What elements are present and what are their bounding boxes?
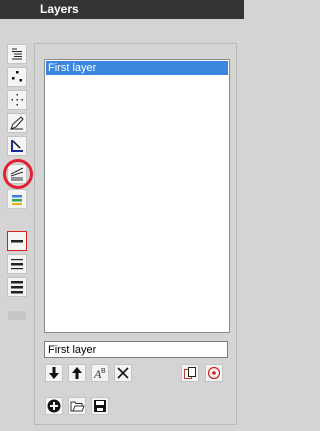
- pencil-icon: [10, 116, 24, 130]
- open-icon: [70, 401, 85, 412]
- tool-color-bars-button[interactable]: [7, 189, 27, 209]
- rename-icon: A B: [93, 367, 106, 381]
- save-icon: [94, 400, 106, 412]
- open-button[interactable]: [68, 397, 86, 415]
- copy-button[interactable]: [181, 364, 199, 382]
- medium-line-icon: [11, 259, 23, 270]
- line-weight-thick-button[interactable]: [7, 277, 27, 297]
- delete-button[interactable]: [114, 364, 132, 382]
- add-layer-button[interactable]: [45, 397, 63, 415]
- tool-fill-button[interactable]: [7, 136, 27, 156]
- layer-list[interactable]: First layer: [44, 59, 230, 333]
- line-weight-thin-button[interactable]: [7, 231, 27, 251]
- highlight-ring: [3, 159, 33, 189]
- tool-list-button[interactable]: [7, 44, 27, 64]
- thin-line-icon: [11, 240, 23, 243]
- save-button[interactable]: [91, 397, 109, 415]
- fill-icon: [11, 140, 23, 152]
- dots-icon: [12, 71, 22, 82]
- svg-text:B: B: [101, 368, 106, 375]
- move-down-button[interactable]: [45, 364, 63, 382]
- move-up-icon: [72, 367, 82, 379]
- tool-dots-button[interactable]: [7, 67, 27, 87]
- pan-icon: [11, 94, 23, 106]
- layer-name-input[interactable]: [44, 341, 228, 358]
- layer-list-item[interactable]: First layer: [46, 61, 228, 75]
- copy-icon: [184, 367, 196, 379]
- line-weight-medium-button[interactable]: [7, 254, 27, 274]
- move-down-icon: [49, 367, 59, 379]
- color-swatch[interactable]: [8, 311, 26, 320]
- title-bar: Layers: [0, 0, 244, 19]
- add-icon: [47, 399, 61, 413]
- target-button[interactable]: [205, 364, 223, 382]
- delete-icon: [117, 367, 129, 379]
- list-icon: [12, 48, 22, 60]
- color-bars-icon: [12, 195, 22, 205]
- rename-button[interactable]: A B: [91, 364, 109, 382]
- target-icon: [207, 366, 221, 380]
- thick-line-icon: [11, 281, 23, 294]
- move-up-button[interactable]: [68, 364, 86, 382]
- window-title: Layers: [40, 2, 79, 16]
- tool-pencil-button[interactable]: [7, 113, 27, 133]
- tool-pan-button[interactable]: [7, 90, 27, 110]
